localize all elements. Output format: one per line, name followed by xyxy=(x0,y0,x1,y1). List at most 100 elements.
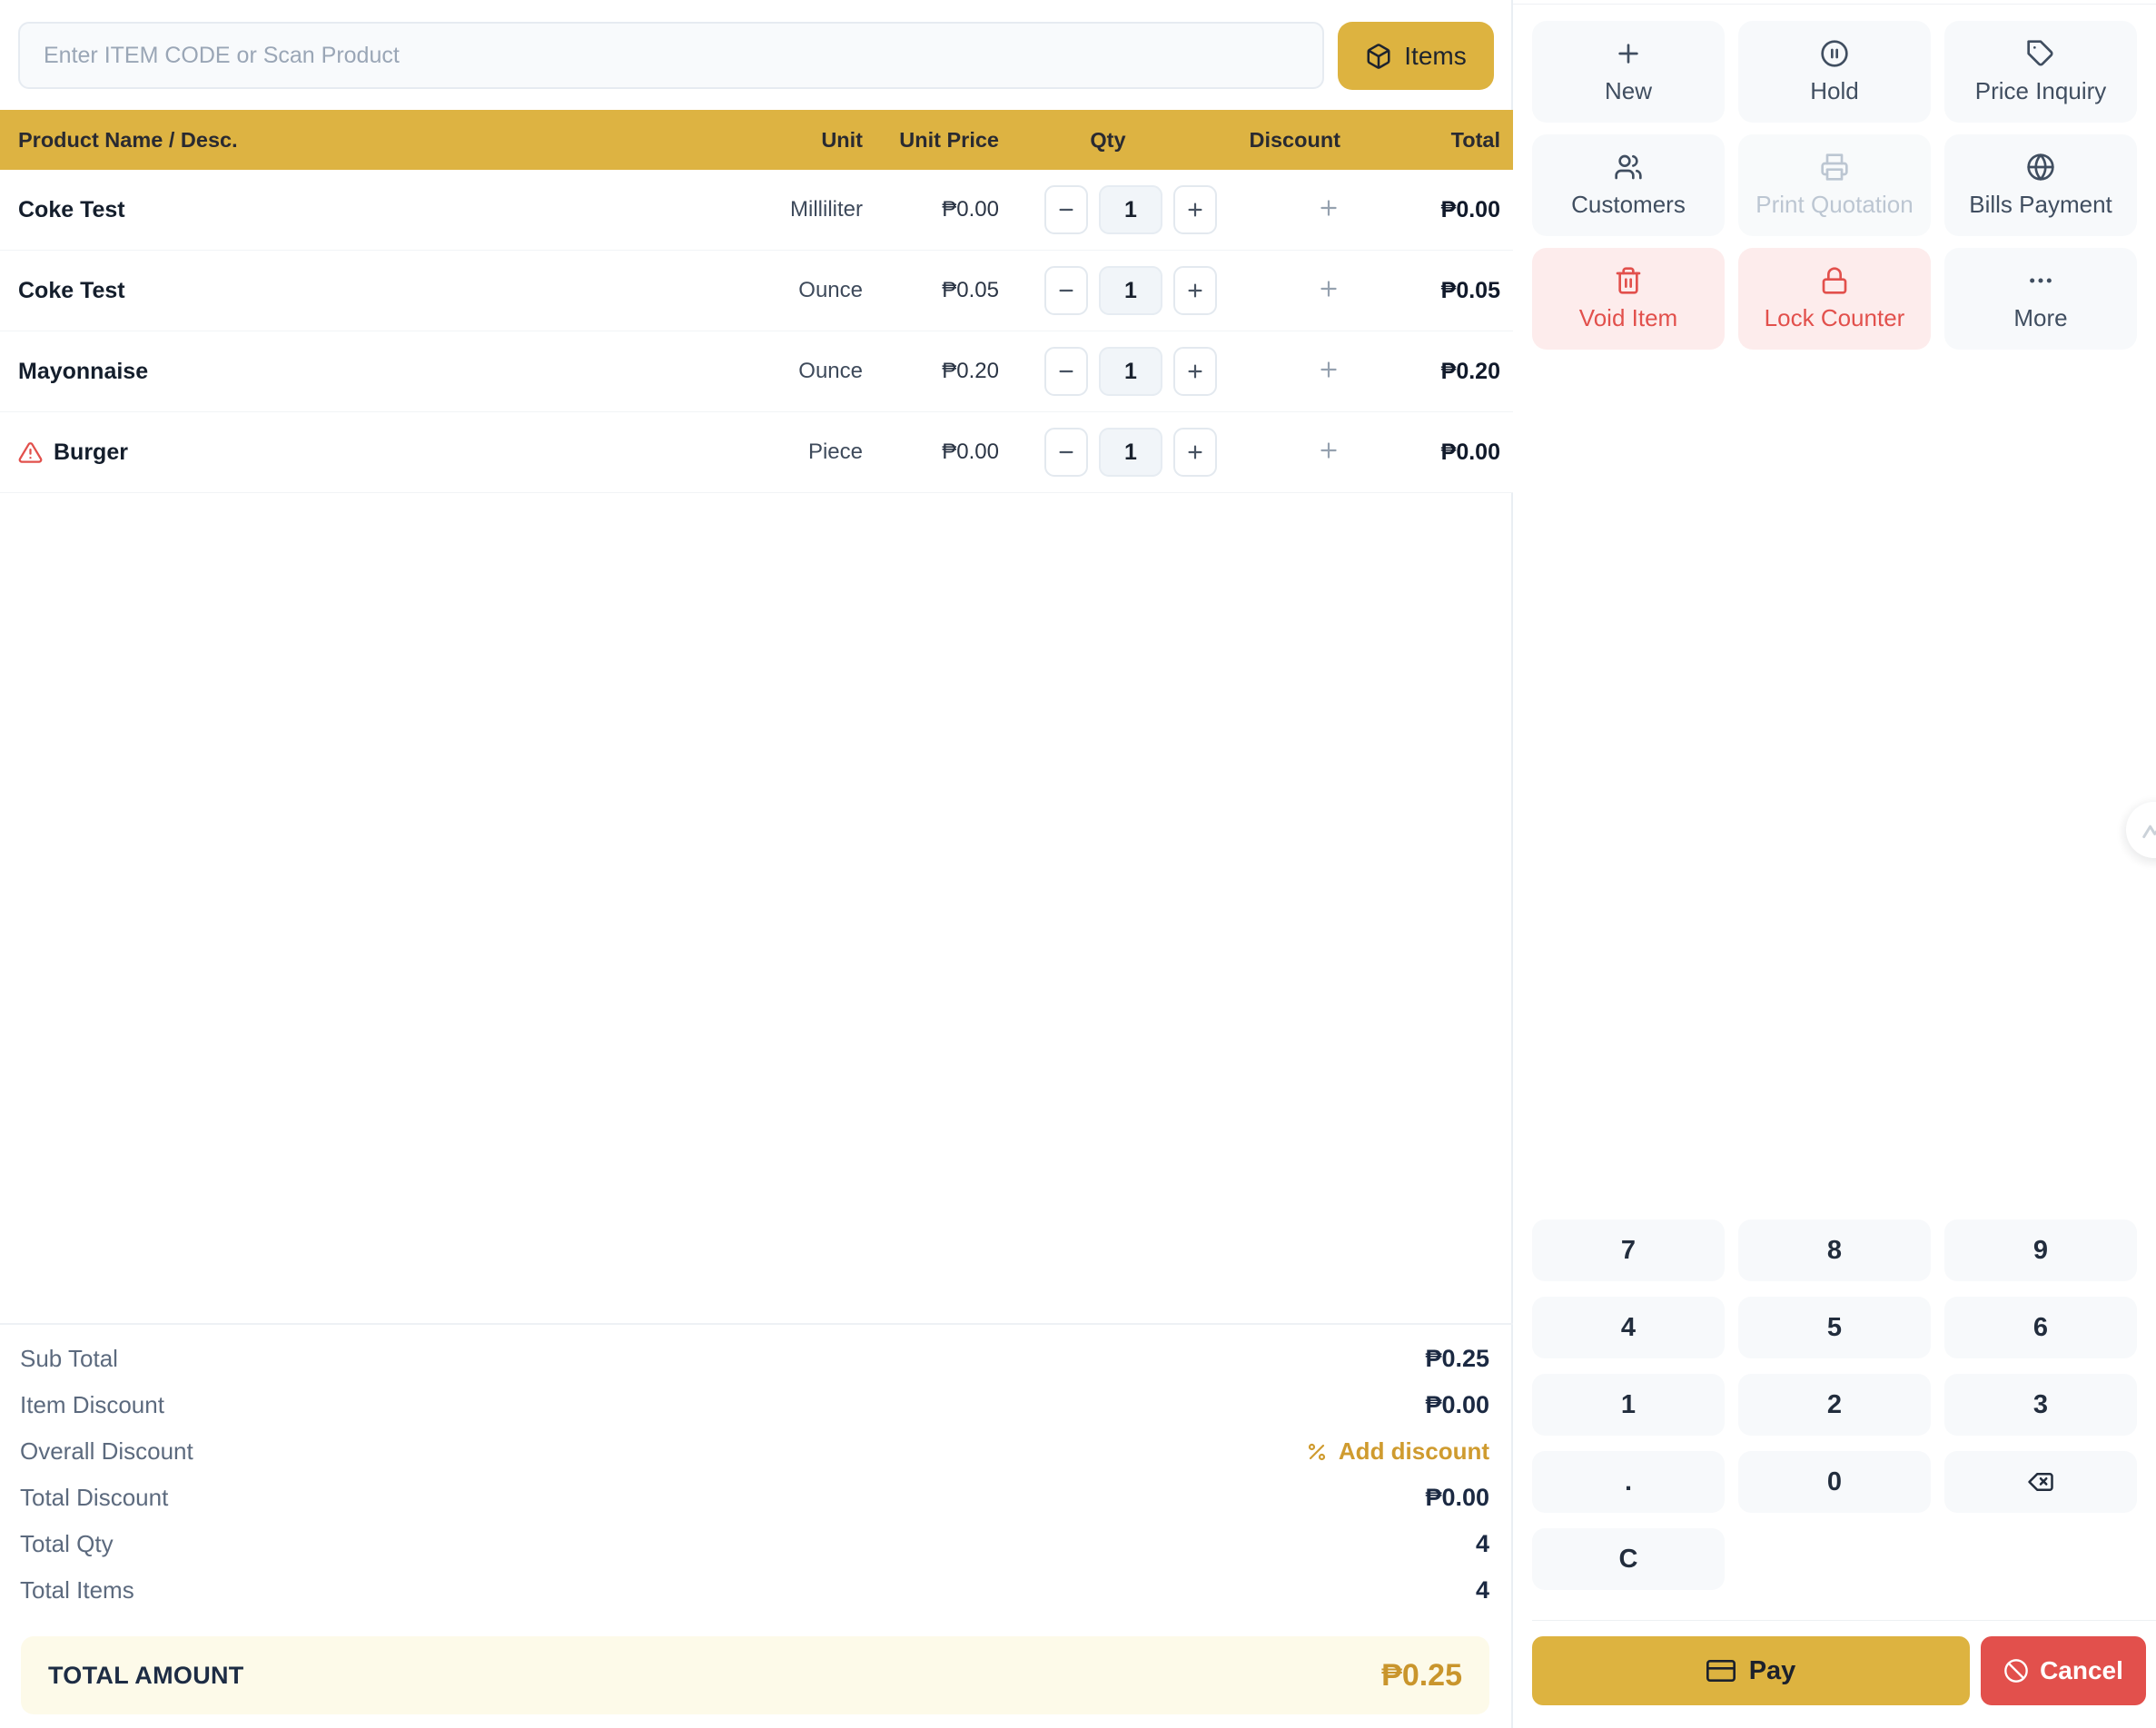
void-item-button[interactable]: Void Item xyxy=(1532,248,1725,350)
numpad-key-5[interactable]: 5 xyxy=(1738,1297,1931,1358)
add-discount-button[interactable]: Add discount xyxy=(1306,1437,1489,1466)
line-total: ₱0.00 xyxy=(1353,197,1500,223)
item-discount-row: Item Discount ₱0.00 xyxy=(0,1382,1513,1428)
add-discount-label: Add discount xyxy=(1339,1437,1489,1466)
total-qty-row: Total Qty 4 xyxy=(0,1521,1513,1567)
product-unit-price: ₱0.00 xyxy=(863,197,999,222)
qty-stepper: 1 xyxy=(999,185,1217,234)
hold-button-label: Hold xyxy=(1810,77,1858,105)
minus-icon xyxy=(1056,442,1076,462)
qty-value: 1 xyxy=(1099,185,1162,234)
more-button-label: More xyxy=(2013,304,2067,332)
items-button[interactable]: Items xyxy=(1338,22,1494,90)
more-button[interactable]: More xyxy=(1944,248,2137,350)
qty-value: 1 xyxy=(1099,347,1162,396)
qty-decrease-button[interactable] xyxy=(1044,266,1088,315)
numpad-key-6[interactable]: 6 xyxy=(1944,1297,2137,1358)
product-unit: Ounce xyxy=(717,359,863,384)
qty-increase-button[interactable] xyxy=(1173,347,1217,396)
total-items-row: Total Items 4 xyxy=(0,1567,1513,1614)
qty-stepper: 1 xyxy=(999,266,1217,315)
numpad-key-decimal[interactable]: . xyxy=(1532,1451,1725,1513)
add-item-discount-button[interactable] xyxy=(1317,196,1340,220)
numpad-key-2[interactable]: 2 xyxy=(1738,1374,1931,1436)
line-total: ₱0.00 xyxy=(1353,439,1500,466)
price-inquiry-button[interactable]: Price Inquiry xyxy=(1944,21,2137,123)
credit-card-icon xyxy=(1706,1656,1736,1685)
bills-payment-button-label: Bills Payment xyxy=(1969,191,2112,219)
qty-value: 1 xyxy=(1099,266,1162,315)
hold-button[interactable]: Hold xyxy=(1738,21,1931,123)
plus-icon xyxy=(1185,281,1205,301)
table-row: Coke Test Ounce ₱0.05 1 ₱0.05 xyxy=(0,251,1513,331)
numpad-key-7[interactable]: 7 xyxy=(1532,1219,1725,1281)
numpad-key-3[interactable]: 3 xyxy=(1944,1374,2137,1436)
overall-discount-label: Overall Discount xyxy=(20,1437,193,1466)
plus-icon xyxy=(1317,196,1340,220)
qty-decrease-button[interactable] xyxy=(1044,185,1088,234)
product-unit: Milliliter xyxy=(717,197,863,222)
product-name: Mayonnaise xyxy=(18,359,148,385)
qty-stepper: 1 xyxy=(999,428,1217,477)
line-total: ₱0.20 xyxy=(1353,359,1500,385)
total-qty-value: 4 xyxy=(1476,1530,1489,1558)
cancel-button[interactable]: Cancel xyxy=(1981,1636,2146,1705)
plus-icon xyxy=(1185,442,1205,462)
table-row: Burger Piece ₱0.00 1 ₱0.00 xyxy=(0,412,1513,493)
bills-payment-button[interactable]: Bills Payment xyxy=(1944,134,2137,236)
numpad-key-0[interactable]: 0 xyxy=(1738,1451,1931,1513)
add-item-discount-button[interactable] xyxy=(1317,439,1340,462)
new-button-label: New xyxy=(1605,77,1652,105)
qty-increase-button[interactable] xyxy=(1173,185,1217,234)
customers-button[interactable]: Customers xyxy=(1532,134,1725,236)
customers-button-label: Customers xyxy=(1571,191,1686,219)
total-amount-label: TOTAL AMOUNT xyxy=(48,1662,244,1690)
header-total: Total xyxy=(1353,128,1500,153)
header-unit: Unit xyxy=(717,128,863,153)
product-name: Coke Test xyxy=(18,197,125,223)
minus-icon xyxy=(1056,200,1076,220)
total-discount-value: ₱0.00 xyxy=(1425,1484,1489,1512)
lock-counter-button-label: Lock Counter xyxy=(1765,304,1905,332)
totals-summary: Sub Total ₱0.25 Item Discount ₱0.00 Over… xyxy=(0,1323,1513,1614)
total-discount-label: Total Discount xyxy=(20,1484,168,1512)
numpad-key-4[interactable]: 4 xyxy=(1532,1297,1725,1358)
items-button-label: Items xyxy=(1404,42,1466,71)
header-unit-price: Unit Price xyxy=(863,128,999,153)
print-quotation-button[interactable]: Print Quotation xyxy=(1738,134,1931,236)
item-discount-label: Item Discount xyxy=(20,1391,164,1419)
plus-icon xyxy=(1317,358,1340,381)
numpad-key-8[interactable]: 8 xyxy=(1738,1219,1931,1281)
users-icon xyxy=(1614,153,1643,182)
ellipsis-icon xyxy=(2026,266,2055,295)
lock-icon xyxy=(1820,266,1849,295)
qty-increase-button[interactable] xyxy=(1173,266,1217,315)
void-item-button-label: Void Item xyxy=(1579,304,1677,332)
numpad-key-clear[interactable]: C xyxy=(1532,1528,1725,1590)
pay-button[interactable]: Pay xyxy=(1532,1636,1970,1705)
total-amount-bar: TOTAL AMOUNT ₱0.25 xyxy=(21,1636,1489,1714)
total-qty-label: Total Qty xyxy=(20,1530,114,1558)
qty-decrease-button[interactable] xyxy=(1044,428,1088,477)
header-product-name: Product Name / Desc. xyxy=(0,128,717,153)
floating-widget-button[interactable] xyxy=(2126,802,2156,858)
plus-icon xyxy=(1185,200,1205,220)
total-items-value: 4 xyxy=(1476,1576,1489,1605)
numpad-key-1[interactable]: 1 xyxy=(1532,1374,1725,1436)
lock-counter-button[interactable]: Lock Counter xyxy=(1738,248,1931,350)
item-discount-value: ₱0.00 xyxy=(1425,1391,1489,1419)
numpad-key-backspace[interactable] xyxy=(1944,1451,2137,1513)
qty-increase-button[interactable] xyxy=(1173,428,1217,477)
table-header: Product Name / Desc. Unit Unit Price Qty… xyxy=(0,110,1513,170)
cancel-button-label: Cancel xyxy=(2040,1656,2123,1685)
new-button[interactable]: New xyxy=(1532,21,1725,123)
add-item-discount-button[interactable] xyxy=(1317,358,1340,381)
numpad: 7 8 9 4 5 6 1 2 3 . 0 C xyxy=(1532,1219,2137,1590)
add-item-discount-button[interactable] xyxy=(1317,277,1340,301)
qty-decrease-button[interactable] xyxy=(1044,347,1088,396)
backspace-icon xyxy=(2027,1468,2054,1496)
numpad-key-9[interactable]: 9 xyxy=(1944,1219,2137,1281)
print-quotation-button-label: Print Quotation xyxy=(1755,191,1913,219)
search-input[interactable] xyxy=(18,22,1324,89)
line-total: ₱0.05 xyxy=(1353,278,1500,304)
